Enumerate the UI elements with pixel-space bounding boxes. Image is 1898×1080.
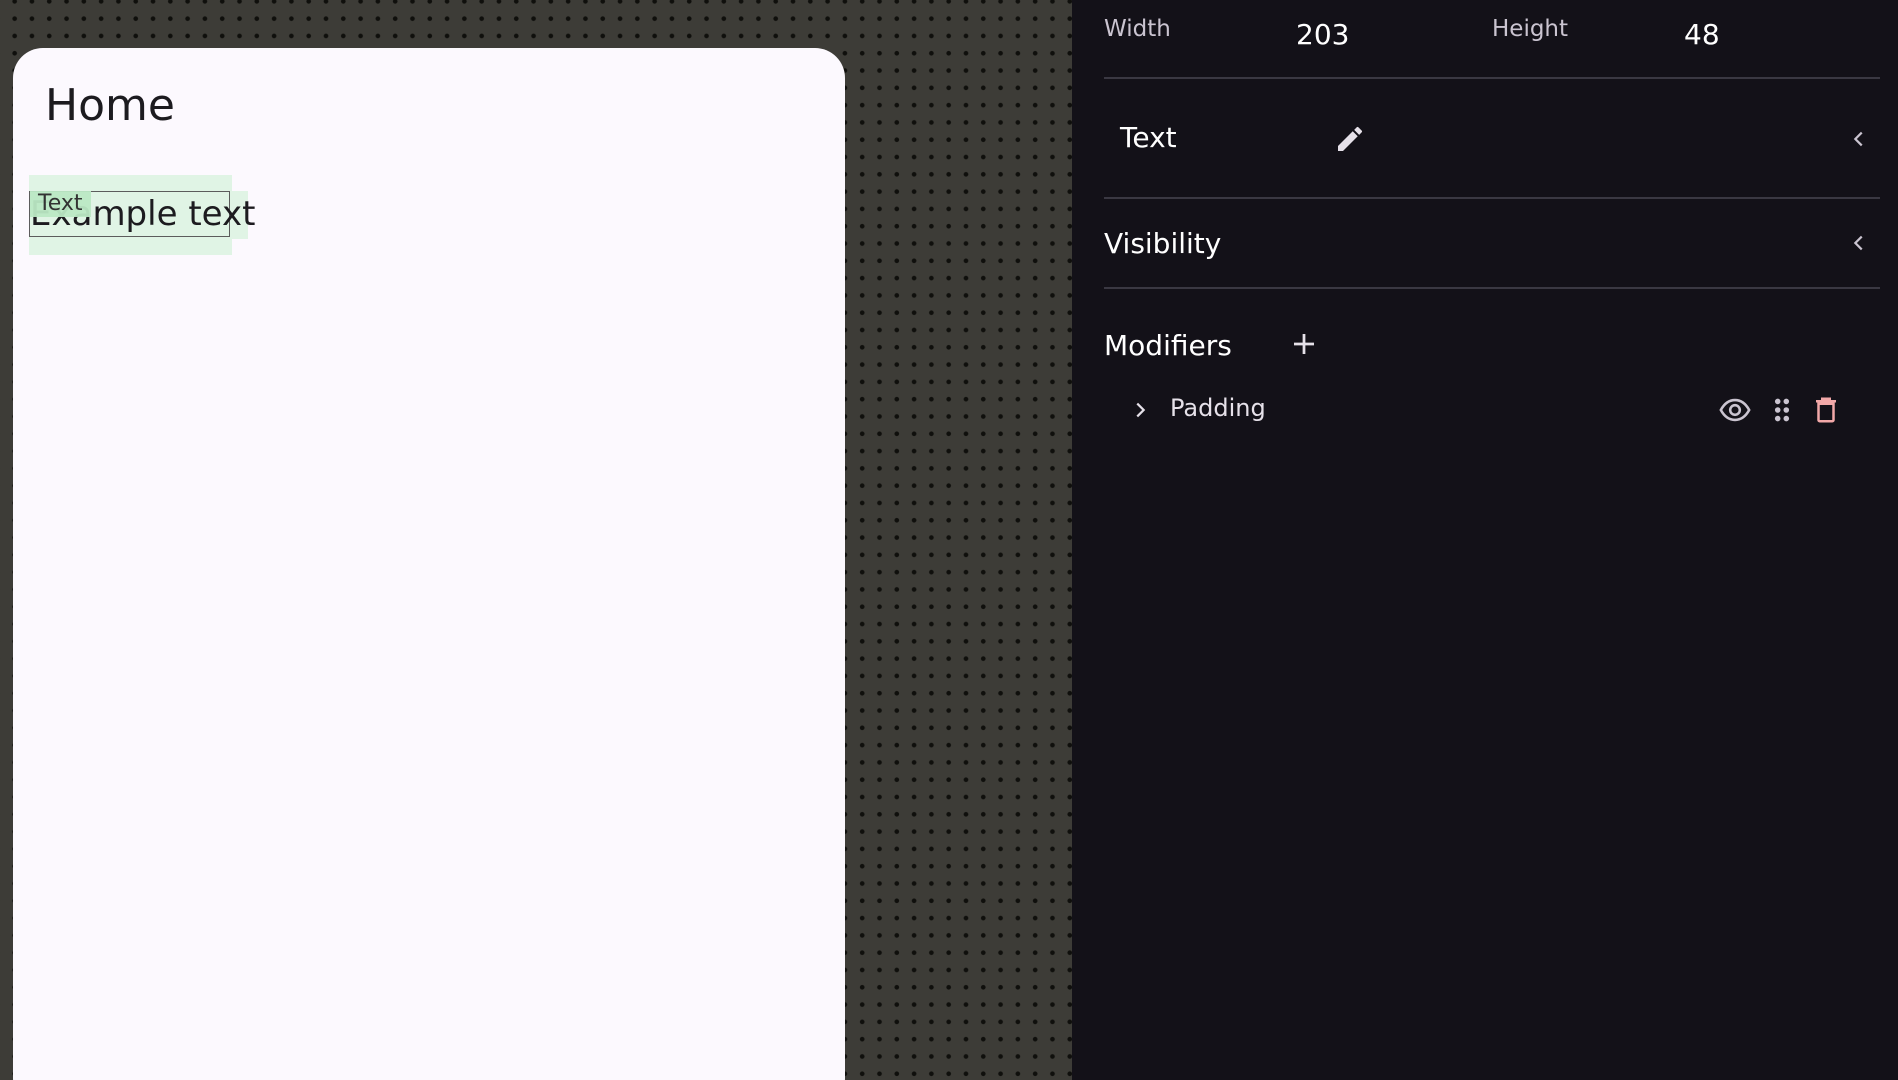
drag-handle-icon[interactable] — [1766, 390, 1798, 430]
width-label: Width — [1104, 16, 1171, 42]
modifiers-section-title: Modifiers — [1104, 329, 1232, 362]
plus-icon[interactable] — [1284, 324, 1324, 364]
modifier-label: Padding — [1170, 394, 1266, 422]
text-section: Text — [1104, 79, 1880, 199]
dimensions-row: Width 203 Height 48 — [1104, 0, 1880, 79]
screen-top-bar: Home — [13, 48, 845, 174]
pencil-icon[interactable] — [1328, 119, 1372, 159]
chevron-left-icon[interactable] — [1844, 121, 1874, 157]
trash-icon[interactable] — [1808, 390, 1844, 430]
screen-title: Home — [45, 80, 175, 131]
height-label: Height — [1492, 16, 1569, 42]
visibility-section-title: Visibility — [1104, 227, 1222, 260]
chevron-right-icon[interactable] — [1124, 394, 1156, 426]
selected-node-tag: Text — [30, 191, 91, 217]
visibility-section: Visibility — [1104, 199, 1880, 289]
device-preview: Home Example text Text — [13, 48, 845, 1080]
modifier-item-padding[interactable]: Padding — [1104, 380, 1880, 440]
text-section-title: Text — [1120, 121, 1177, 154]
eye-icon[interactable] — [1714, 390, 1756, 430]
height-value[interactable]: 48 — [1684, 18, 1720, 51]
width-value[interactable]: 203 — [1296, 18, 1349, 51]
chevron-left-icon[interactable] — [1844, 225, 1874, 261]
properties-panel: Width 203 Height 48 Text Visibility Modi… — [1072, 0, 1898, 1080]
design-canvas[interactable]: Home Example text Text — [0, 0, 1072, 1080]
